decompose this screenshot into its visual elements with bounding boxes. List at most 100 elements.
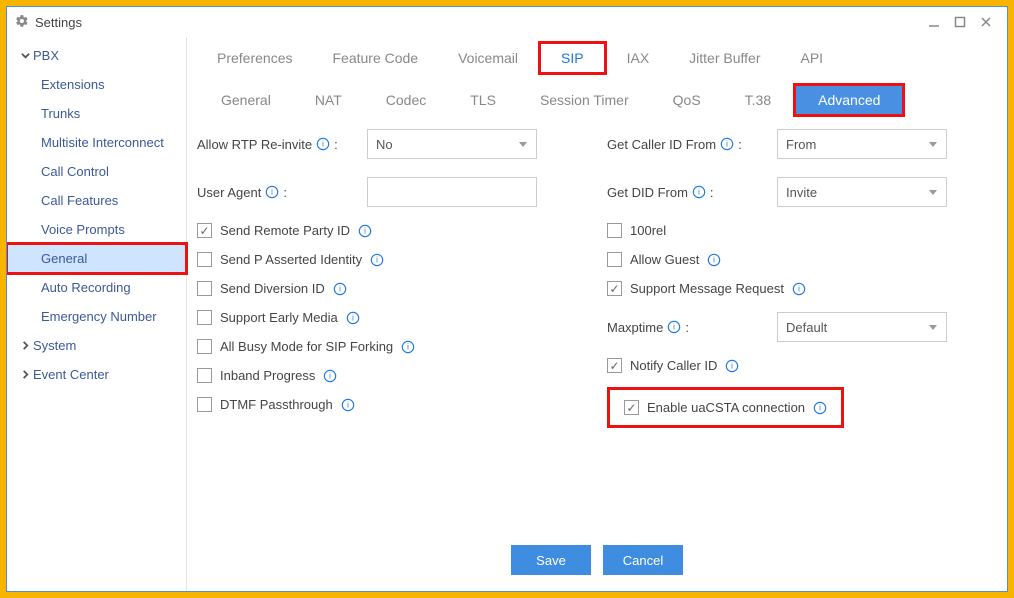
sidebar-item-general[interactable]: General [7, 244, 186, 273]
info-icon[interactable]: i [401, 340, 415, 354]
checkbox-send-p-asserted[interactable] [197, 252, 212, 267]
subtab-nat[interactable]: NAT [293, 86, 364, 114]
titlebar: Settings [7, 7, 1007, 37]
svg-text:i: i [798, 284, 800, 293]
label-maxptime: Maxptime i : [607, 320, 777, 335]
info-icon[interactable]: i [667, 320, 681, 334]
tree-root-event-center[interactable]: Event Center [7, 360, 186, 389]
checkbox-enable-uacsta[interactable] [624, 400, 639, 415]
svg-text:i: i [364, 226, 366, 235]
select-caller-id-from[interactable]: From [777, 129, 947, 159]
svg-text:i: i [339, 284, 341, 293]
checkbox-notify-caller-id[interactable] [607, 358, 622, 373]
svg-text:i: i [673, 323, 675, 332]
subtab-t38[interactable]: T.38 [723, 86, 793, 114]
select-maxptime[interactable]: Default [777, 312, 947, 342]
svg-text:i: i [376, 255, 378, 264]
svg-text:i: i [352, 313, 354, 322]
checkbox-send-diversion-id[interactable] [197, 281, 212, 296]
sidebar-item-emergency-number[interactable]: Emergency Number [7, 302, 186, 331]
chevron-right-icon [21, 367, 31, 382]
subtab-tls[interactable]: TLS [448, 86, 518, 114]
sidebar-item-extensions[interactable]: Extensions [7, 70, 186, 99]
checkbox-send-remote-party-id[interactable] [197, 223, 212, 238]
main-tabs: Preferences Feature Code Voicemail SIP I… [187, 37, 1007, 75]
svg-text:i: i [726, 140, 728, 149]
info-icon[interactable]: i [265, 185, 279, 199]
svg-text:i: i [714, 255, 716, 264]
sidebar-item-multisite[interactable]: Multisite Interconnect [7, 128, 186, 157]
button-bar: Save Cancel [187, 531, 1007, 591]
save-button[interactable]: Save [511, 545, 591, 575]
form-left-column: Allow RTP Re-invite i : No User A [197, 127, 577, 531]
subtab-codec[interactable]: Codec [364, 86, 448, 114]
subtab-qos[interactable]: QoS [651, 86, 723, 114]
info-icon[interactable]: i [333, 282, 347, 296]
info-icon[interactable]: i [707, 253, 721, 267]
row-enable-uacsta: Enable uaCSTA connection i [607, 387, 844, 428]
label-user-agent: User Agent i : [197, 185, 367, 200]
checkbox-support-message-request[interactable] [607, 281, 622, 296]
tab-sip[interactable]: SIP [538, 41, 607, 75]
subtab-session-timer[interactable]: Session Timer [518, 86, 651, 114]
tab-preferences[interactable]: Preferences [197, 44, 312, 72]
chevron-down-icon [21, 48, 31, 63]
tree-root-pbx[interactable]: PBX [7, 41, 186, 70]
minimize-button[interactable] [921, 11, 947, 33]
close-button[interactable] [973, 11, 999, 33]
tab-iax[interactable]: IAX [607, 44, 670, 72]
tree-label: System [33, 338, 76, 353]
info-icon[interactable]: i [720, 137, 734, 151]
select-allow-rtp[interactable]: No [367, 129, 537, 159]
info-icon[interactable]: i [813, 401, 827, 415]
checkbox-support-early-media[interactable] [197, 310, 212, 325]
svg-text:i: i [322, 140, 324, 149]
tree-label: PBX [33, 48, 59, 63]
info-icon[interactable]: i [316, 137, 330, 151]
svg-text:i: i [271, 188, 273, 197]
maximize-button[interactable] [947, 11, 973, 33]
sidebar-tree: PBX Extensions Trunks Multisite Intercon… [7, 37, 187, 591]
cancel-button[interactable]: Cancel [603, 545, 683, 575]
label-did-from: Get DID From i : [607, 185, 777, 200]
checkbox-all-busy-mode[interactable] [197, 339, 212, 354]
subtab-advanced[interactable]: Advanced [793, 83, 905, 117]
sidebar-item-auto-recording[interactable]: Auto Recording [7, 273, 186, 302]
info-icon[interactable]: i [346, 311, 360, 325]
caret-down-icon [928, 137, 938, 152]
input-user-agent[interactable] [367, 177, 537, 207]
info-icon[interactable]: i [725, 359, 739, 373]
sidebar-item-voice-prompts[interactable]: Voice Prompts [7, 215, 186, 244]
svg-text:i: i [819, 403, 821, 412]
tree-root-system[interactable]: System [7, 331, 186, 360]
label-allow-rtp: Allow RTP Re-invite i : [197, 137, 367, 152]
checkbox-100rel[interactable] [607, 223, 622, 238]
info-icon[interactable]: i [792, 282, 806, 296]
sidebar-item-call-features[interactable]: Call Features [7, 186, 186, 215]
info-icon[interactable]: i [358, 224, 372, 238]
select-did-from[interactable]: Invite [777, 177, 947, 207]
settings-window: Settings PBX Extensions Trunks Multisite… [6, 6, 1008, 592]
checkbox-inband-progress[interactable] [197, 368, 212, 383]
tab-jitter-buffer[interactable]: Jitter Buffer [669, 44, 780, 72]
sidebar-item-trunks[interactable]: Trunks [7, 99, 186, 128]
subtab-general[interactable]: General [199, 86, 293, 114]
tree-label: Event Center [33, 367, 109, 382]
chevron-right-icon [21, 338, 31, 353]
tab-api[interactable]: API [781, 44, 844, 72]
info-icon[interactable]: i [323, 369, 337, 383]
sidebar-item-call-control[interactable]: Call Control [7, 157, 186, 186]
info-icon[interactable]: i [692, 185, 706, 199]
svg-text:i: i [347, 400, 349, 409]
tab-feature-code[interactable]: Feature Code [312, 44, 438, 72]
label-caller-id-from: Get Caller ID From i : [607, 137, 777, 152]
gear-icon [15, 14, 29, 31]
main-panel: Preferences Feature Code Voicemail SIP I… [187, 37, 1007, 591]
tab-voicemail[interactable]: Voicemail [438, 44, 538, 72]
checkbox-allow-guest[interactable] [607, 252, 622, 267]
caret-down-icon [928, 320, 938, 335]
svg-text:i: i [407, 342, 409, 351]
info-icon[interactable]: i [370, 253, 384, 267]
checkbox-dtmf-passthrough[interactable] [197, 397, 212, 412]
info-icon[interactable]: i [341, 398, 355, 412]
